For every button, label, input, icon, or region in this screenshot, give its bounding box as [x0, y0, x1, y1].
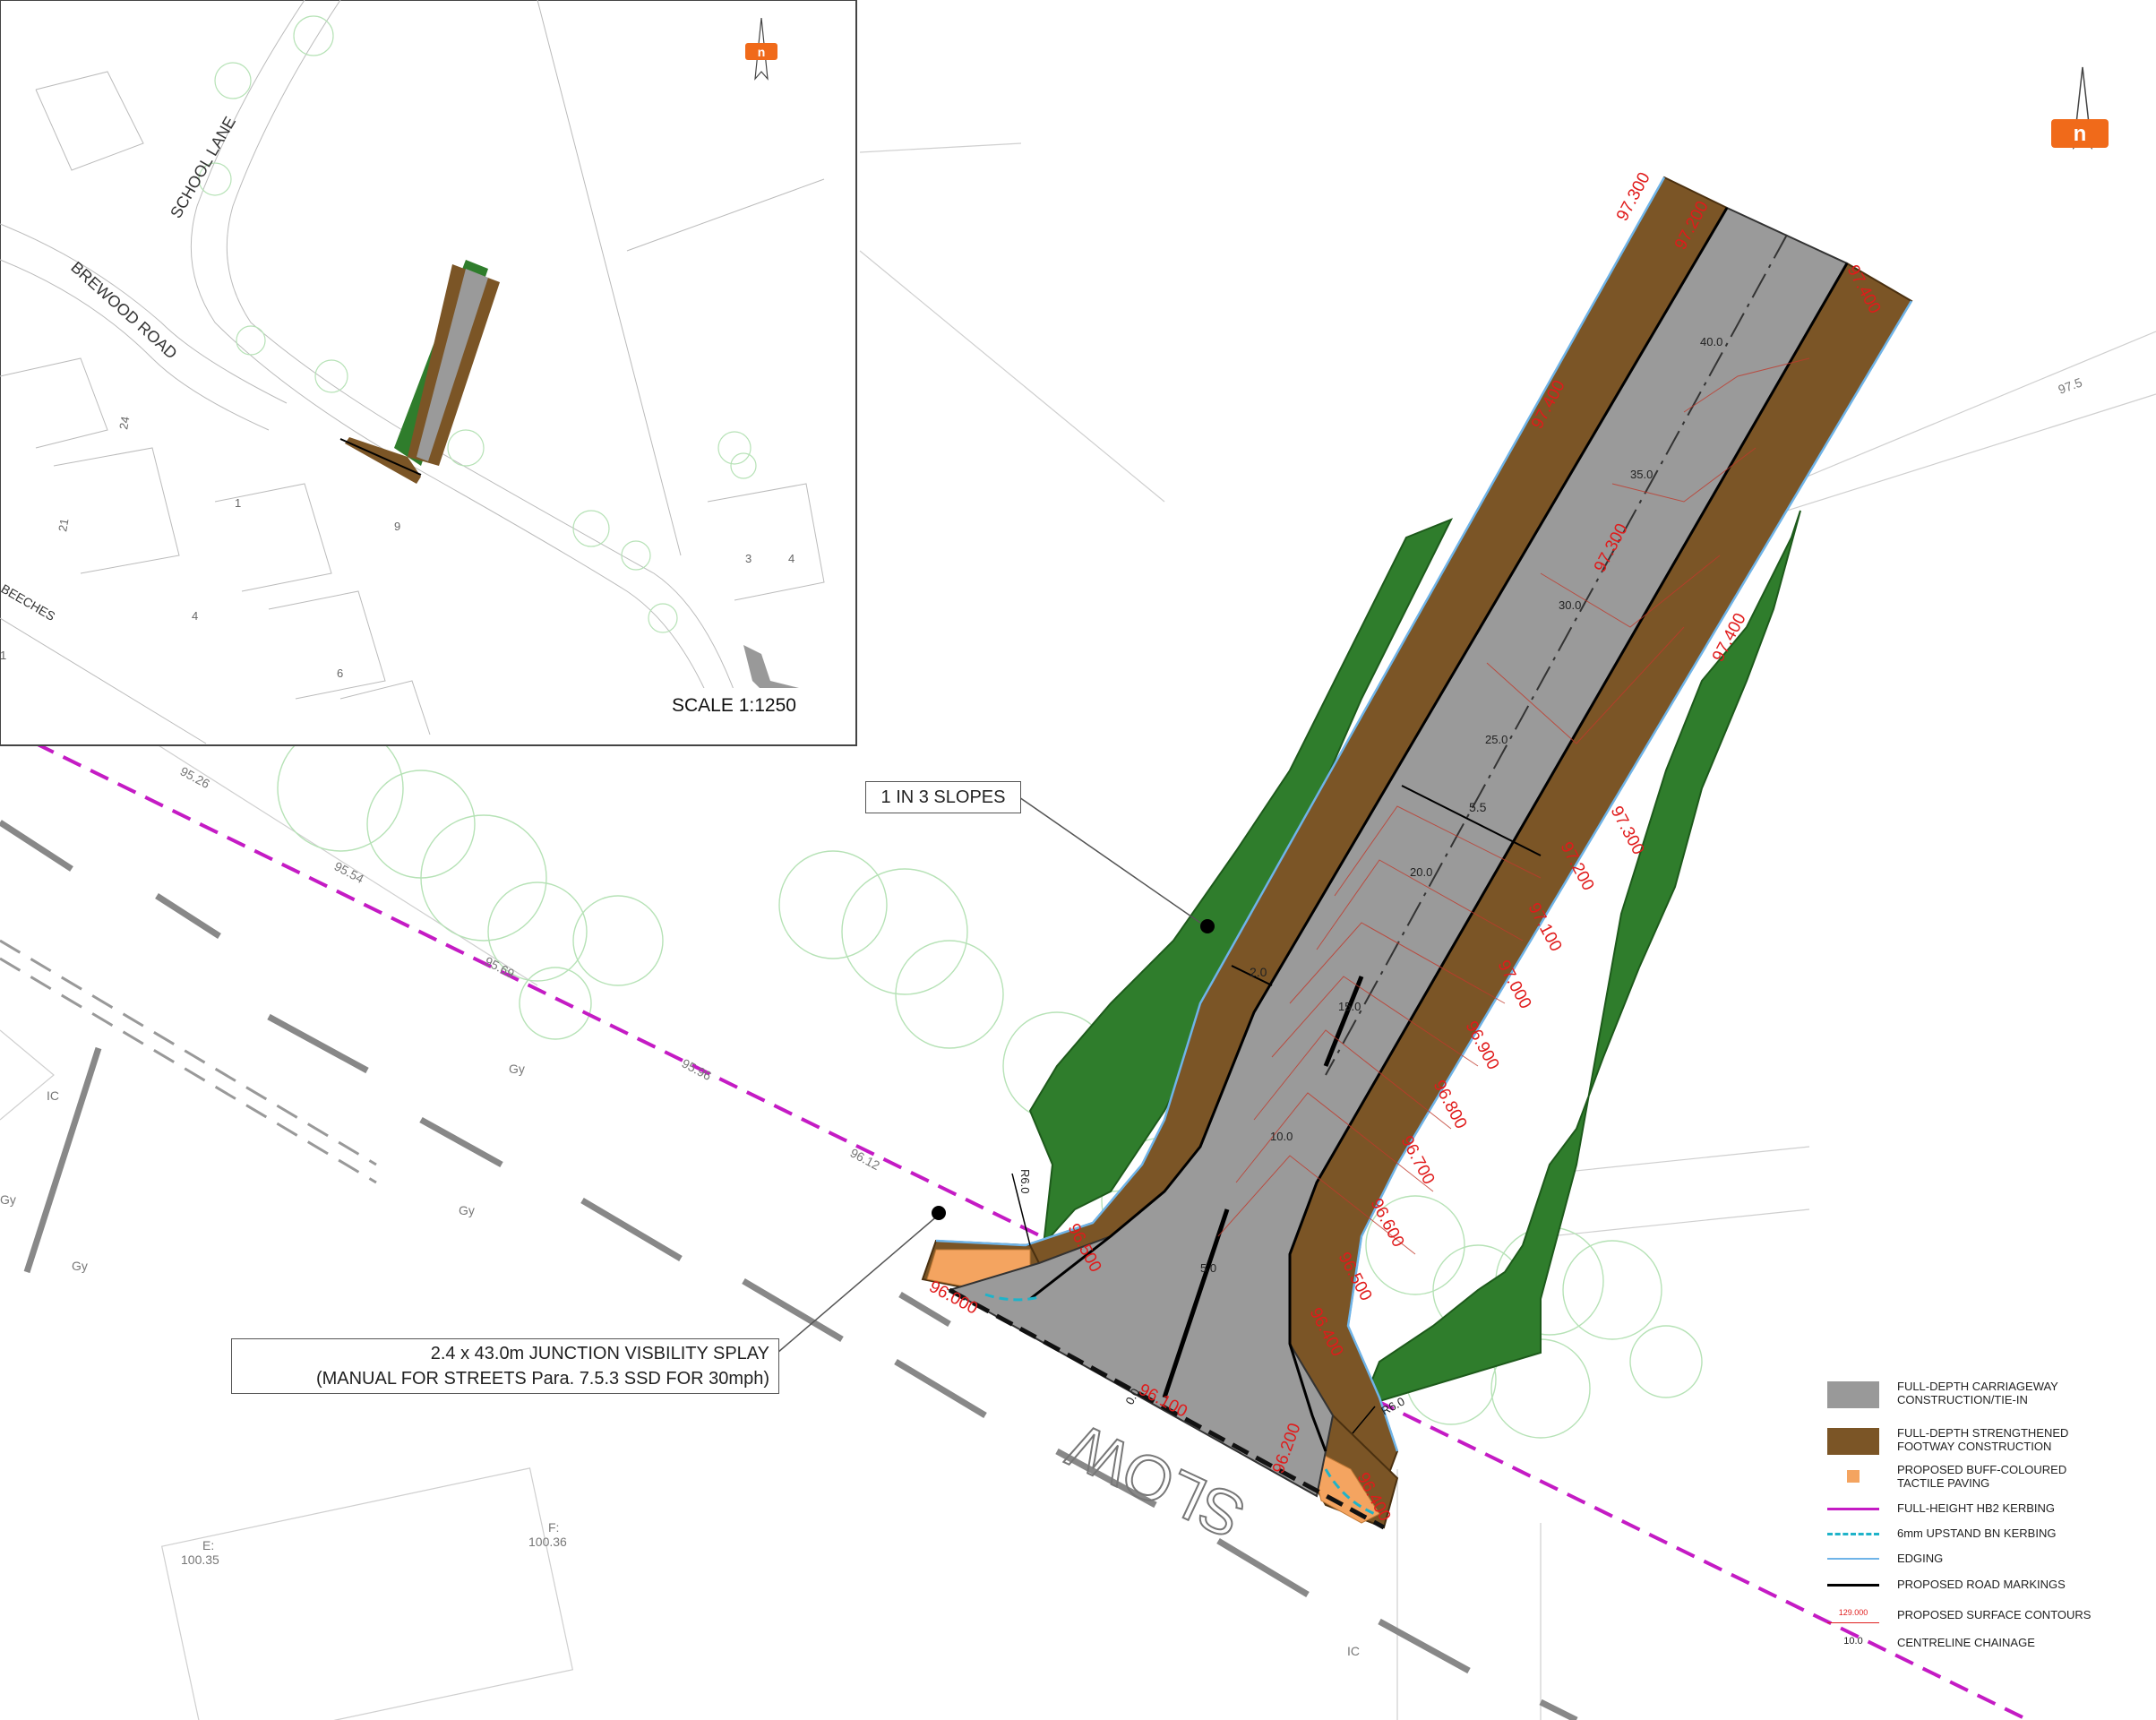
svg-text:Gy: Gy — [509, 1062, 525, 1076]
svg-text:35.0: 35.0 — [1630, 468, 1653, 481]
svg-text:95.54: 95.54 — [332, 859, 367, 887]
svg-text:40.0: 40.0 — [1700, 335, 1722, 348]
svg-text:F:: F: — [548, 1520, 559, 1535]
legend-swatch-tactile — [1847, 1470, 1860, 1483]
svg-text:4: 4 — [788, 552, 795, 565]
legend-swatch-hb2-kerbing — [1827, 1508, 1879, 1510]
road-edge-dashes — [0, 939, 377, 1184]
svg-text:Gy: Gy — [0, 1192, 16, 1207]
splay-callout-line2: (MANUAL FOR STREETS Para. 7.5.3 SSD FOR … — [315, 1369, 769, 1389]
legend-row: PROPOSED BUFF-COLOURED TACTILE PAVING — [1827, 1463, 2150, 1499]
svg-text:30.0: 30.0 — [1559, 598, 1581, 612]
carriageway — [947, 206, 1849, 1498]
svg-text:E:: E: — [202, 1538, 214, 1552]
inset-scale-label: SCALE 1:1250 — [672, 695, 796, 716]
svg-text:95.96: 95.96 — [680, 1056, 715, 1084]
legend-row: FULL-DEPTH STRENGTHENED FOOTWAY CONSTRUCT… — [1827, 1426, 2150, 1462]
svg-text:96.800: 96.800 — [1430, 1077, 1471, 1131]
legend-row: FULL-DEPTH CARRIAGEWAY CONSTRUCTION/TIE-I… — [1827, 1380, 2150, 1415]
svg-text:4: 4 — [192, 609, 198, 623]
legend-swatch-edging — [1827, 1558, 1879, 1560]
svg-text:1: 1 — [0, 649, 6, 662]
slopes-callout: 1 IN 3 SLOPES — [865, 781, 1021, 813]
legend-swatch-contours: 129.000 — [1827, 1608, 1879, 1623]
carriageway-width-label: 5.5 — [1469, 800, 1487, 814]
inset-location-plan: SCHOOL LANE BREWOOD ROAD BEECHES 24 21 1… — [0, 0, 857, 746]
svg-text:n: n — [758, 45, 766, 59]
legend-swatch-footway — [1827, 1428, 1879, 1455]
legend-swatch-chainage: 10.0 — [1843, 1636, 1863, 1647]
proposed-access-road — [921, 176, 1913, 1530]
svg-text:21: 21 — [56, 518, 71, 533]
legend-row: 10.0 CENTRELINE CHAINAGE — [1827, 1636, 2150, 1672]
svg-text:96.700: 96.700 — [1397, 1132, 1439, 1187]
svg-text:Gy: Gy — [459, 1203, 475, 1217]
svg-text:1: 1 — [235, 496, 241, 510]
legend-swatch-carriageway — [1827, 1381, 1879, 1408]
north-arrow-main: n — [2051, 66, 2109, 150]
svg-text:15.0: 15.0 — [1338, 1000, 1361, 1013]
svg-text:6: 6 — [337, 666, 343, 680]
svg-text:3: 3 — [745, 552, 752, 565]
site-plan-drawing: SLOW 0.0 5.0 10.0 15.0 20.0 25.0 30.0 35… — [0, 0, 2156, 1720]
splay-callout-line1: 2.4 x 43.0m JUNCTION VISBILITY SPLAY — [430, 1344, 769, 1363]
legend-swatch-road-markings — [1827, 1584, 1879, 1587]
svg-text:5.0: 5.0 — [1200, 1261, 1216, 1275]
svg-text:24: 24 — [116, 416, 132, 431]
radius-left-label: R6.0 — [1018, 1169, 1032, 1193]
svg-text:95.69: 95.69 — [483, 954, 518, 982]
svg-text:97.5: 97.5 — [2057, 374, 2084, 396]
legend-swatch-bn-kerbing — [1827, 1533, 1879, 1535]
splay-callout: 2.4 x 43.0m JUNCTION VISBILITY SPLAY (MA… — [231, 1338, 779, 1394]
svg-text:Gy: Gy — [72, 1259, 88, 1273]
svg-text:97.300: 97.300 — [1607, 803, 1648, 857]
svg-text:9: 9 — [394, 520, 400, 533]
svg-text:n: n — [2074, 122, 2087, 146]
slopes-callout-text: 1 IN 3 SLOPES — [880, 787, 1006, 807]
svg-text:20.0: 20.0 — [1410, 865, 1432, 879]
svg-text:100.35: 100.35 — [181, 1552, 219, 1567]
svg-text:100.36: 100.36 — [528, 1535, 567, 1549]
svg-text:IC: IC — [47, 1088, 59, 1103]
svg-text:IC: IC — [1347, 1644, 1360, 1658]
svg-text:95.26: 95.26 — [178, 764, 213, 792]
footway-width-label: 2.0 — [1250, 965, 1267, 979]
svg-text:96.600: 96.600 — [1367, 1195, 1408, 1250]
svg-text:25.0: 25.0 — [1485, 733, 1507, 746]
svg-text:10.0: 10.0 — [1270, 1130, 1293, 1143]
